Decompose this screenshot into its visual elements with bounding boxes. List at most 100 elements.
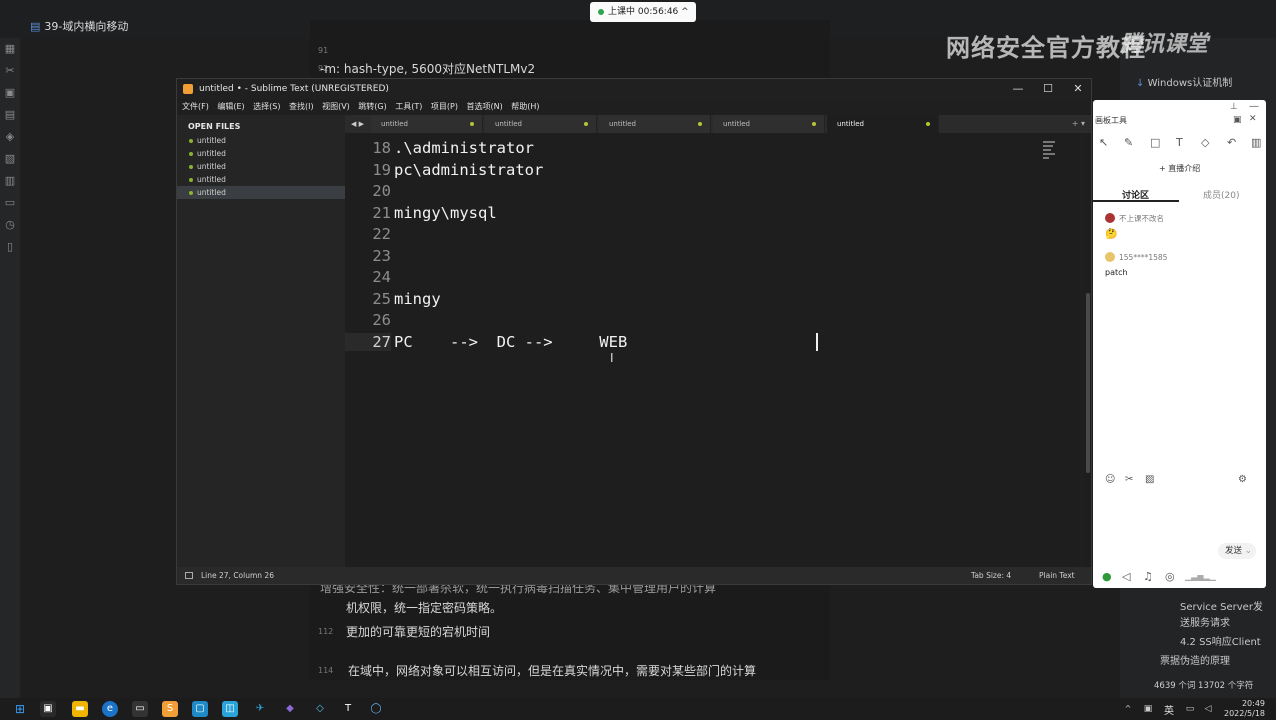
minimize-icon[interactable]: — bbox=[1249, 101, 1259, 112]
undo-icon[interactable]: ↶ bbox=[1227, 136, 1236, 149]
tab-size[interactable]: Tab Size: 4 bbox=[971, 567, 1011, 584]
unsaved-dot-icon[interactable] bbox=[812, 122, 816, 126]
app-icon[interactable]: ▢ bbox=[192, 701, 208, 717]
outline-item[interactable]: 4.2 SS响应Client bbox=[1180, 633, 1261, 648]
grid-icon[interactable]: ▥ bbox=[0, 170, 20, 192]
scissors-icon[interactable]: ✂ bbox=[1125, 474, 1133, 485]
tab-nav-arrows-icon[interactable]: ◀ ▶ bbox=[351, 115, 364, 133]
tray-chevron-up-icon[interactable]: ^ bbox=[1120, 701, 1136, 717]
image-icon[interactable]: ▨ bbox=[1145, 474, 1154, 485]
app-icon[interactable]: ◆ bbox=[282, 701, 298, 717]
code-line[interactable]: pc\administrator bbox=[394, 161, 543, 179]
sidebar-file[interactable]: untitled bbox=[177, 147, 345, 160]
windows-start-icon[interactable]: ⊞ bbox=[12, 701, 28, 717]
code-line-current[interactable]: PC --> DC --> WEB bbox=[394, 333, 627, 351]
editor-scrollbar[interactable] bbox=[1085, 133, 1091, 567]
minimize-button[interactable]: — bbox=[1003, 79, 1033, 99]
app-icon[interactable]: ◫ bbox=[222, 701, 238, 717]
pointer-icon[interactable]: ↖ bbox=[1099, 136, 1108, 149]
trash-icon[interactable]: ▥ bbox=[1251, 136, 1261, 149]
unsaved-dot-icon[interactable] bbox=[698, 122, 702, 126]
eraser-icon[interactable]: ◇ bbox=[1201, 136, 1209, 149]
layers-icon[interactable]: ▧ bbox=[0, 148, 20, 170]
restore-icon[interactable]: ▣ bbox=[1233, 115, 1242, 125]
sidebar-file[interactable]: untitled bbox=[177, 134, 345, 147]
code-editor[interactable]: 18 .\administrator 19 pc\administrator 20 … bbox=[345, 133, 1079, 567]
live-intro-button[interactable]: + 直播介绍 bbox=[1159, 163, 1200, 174]
window-titlebar[interactable]: untitled • - Sublime Text (UNREGISTERED)… bbox=[177, 79, 1091, 99]
menu-file[interactable]: 文件(F) bbox=[182, 99, 209, 115]
inbox-icon[interactable]: ▭ bbox=[0, 192, 20, 214]
pin-icon[interactable]: ⊥ bbox=[1230, 102, 1238, 112]
app-icon[interactable]: ✈ bbox=[252, 701, 268, 717]
location-icon[interactable]: ◎ bbox=[1165, 570, 1175, 583]
close-button[interactable]: ✕ bbox=[1063, 79, 1093, 99]
menu-help[interactable]: 帮助(H) bbox=[511, 99, 539, 115]
music-icon[interactable]: ♫ bbox=[1143, 570, 1153, 583]
sublime-taskbar-icon[interactable]: S bbox=[162, 701, 178, 717]
unsaved-dot-icon[interactable] bbox=[926, 122, 930, 126]
outline-item[interactable]: ↓ Windows认证机制 bbox=[1136, 74, 1232, 89]
speaker-icon[interactable]: ◁ bbox=[1122, 570, 1130, 583]
sidebar-toggle-icon[interactable] bbox=[185, 572, 193, 579]
tab-untitled[interactable]: untitled bbox=[599, 115, 711, 133]
typora-icon[interactable]: T bbox=[340, 701, 356, 717]
files-icon[interactable]: ▦ bbox=[0, 38, 20, 60]
syntax-mode[interactable]: Plain Text bbox=[1039, 567, 1075, 584]
tools-icon[interactable]: ✂ bbox=[0, 60, 20, 82]
send-button[interactable]: 发送 ⌄ bbox=[1218, 543, 1256, 559]
unsaved-dot-icon[interactable] bbox=[470, 122, 474, 126]
minimap[interactable] bbox=[1043, 141, 1057, 171]
volume-icon[interactable]: ◁ bbox=[1200, 701, 1216, 717]
input-language[interactable]: 英 bbox=[1164, 702, 1174, 717]
menu-edit[interactable]: 编辑(E) bbox=[217, 99, 244, 115]
unsaved-dot-icon[interactable] bbox=[584, 122, 588, 126]
sidebar-file[interactable]: untitled bbox=[177, 173, 345, 186]
note-icon[interactable]: ▤ bbox=[0, 104, 20, 126]
sidebar-file-active[interactable]: untitled bbox=[177, 186, 345, 199]
rectangle-icon[interactable]: □ bbox=[1150, 136, 1160, 149]
outline-item[interactable]: Service Server发 bbox=[1180, 598, 1263, 613]
tag-icon[interactable]: ◈ bbox=[0, 126, 20, 148]
menu-project[interactable]: 项目(P) bbox=[431, 99, 458, 115]
menu-find[interactable]: 查找(I) bbox=[289, 99, 314, 115]
menu-goto[interactable]: 跳转(G) bbox=[358, 99, 386, 115]
background-doc-title[interactable]: ▤ 39-域内横向移动 bbox=[30, 18, 128, 34]
taskbar-clock[interactable]: 20:49 2022/5/18 bbox=[1224, 699, 1265, 719]
sidebar-file[interactable]: untitled bbox=[177, 160, 345, 173]
edge-icon[interactable]: e bbox=[102, 701, 118, 717]
terminal-icon[interactable]: ▭ bbox=[132, 701, 148, 717]
settings-icon[interactable]: ⚙ bbox=[1238, 474, 1247, 485]
code-line[interactable]: mingy bbox=[394, 290, 441, 308]
calendar-icon[interactable]: ▣ bbox=[0, 82, 20, 104]
menu-tools[interactable]: 工具(T) bbox=[395, 99, 422, 115]
microphone-icon[interactable]: ● bbox=[1102, 570, 1112, 583]
emoji-icon[interactable]: ☺ bbox=[1105, 474, 1115, 485]
maximize-button[interactable]: ☐ bbox=[1033, 79, 1063, 99]
text-tool-icon[interactable]: T bbox=[1176, 136, 1183, 149]
phone-icon[interactable]: ▯ bbox=[0, 236, 20, 258]
tab-untitled[interactable]: untitled bbox=[713, 115, 825, 133]
tab-untitled[interactable]: untitled bbox=[485, 115, 597, 133]
network-icon[interactable]: ▭ bbox=[1182, 701, 1198, 717]
tray-app-icon[interactable]: ▣ bbox=[1140, 701, 1156, 717]
file-explorer-icon[interactable]: ▬ bbox=[72, 701, 88, 717]
tab-untitled-active[interactable]: untitled bbox=[827, 115, 939, 133]
tab-members[interactable]: 成员(20) bbox=[1203, 188, 1239, 201]
clock-icon[interactable]: ◷ bbox=[0, 214, 20, 236]
app-icon[interactable]: ◇ bbox=[312, 701, 328, 717]
code-line[interactable]: mingy\mysql bbox=[394, 204, 497, 222]
tab-overflow-icon[interactable]: + ▾ bbox=[1072, 115, 1085, 133]
avatar[interactable] bbox=[1105, 213, 1115, 223]
close-icon[interactable]: ✕ bbox=[1249, 114, 1257, 124]
menu-preferences[interactable]: 首选项(N) bbox=[466, 99, 502, 115]
pen-icon[interactable]: ✎ bbox=[1124, 136, 1133, 149]
outline-item[interactable]: 票据伪造的原理 bbox=[1160, 652, 1230, 667]
outline-item[interactable]: 送服务请求 bbox=[1180, 614, 1230, 629]
code-line[interactable]: .\administrator bbox=[394, 139, 534, 157]
app-icon[interactable]: ◯ bbox=[368, 701, 384, 717]
avatar[interactable] bbox=[1105, 252, 1115, 262]
scrollbar-thumb[interactable] bbox=[1086, 293, 1090, 473]
live-status-badge[interactable]: 上课中 00:56:46 ^ bbox=[590, 2, 696, 22]
task-view-icon[interactable]: ▣ bbox=[40, 701, 56, 717]
